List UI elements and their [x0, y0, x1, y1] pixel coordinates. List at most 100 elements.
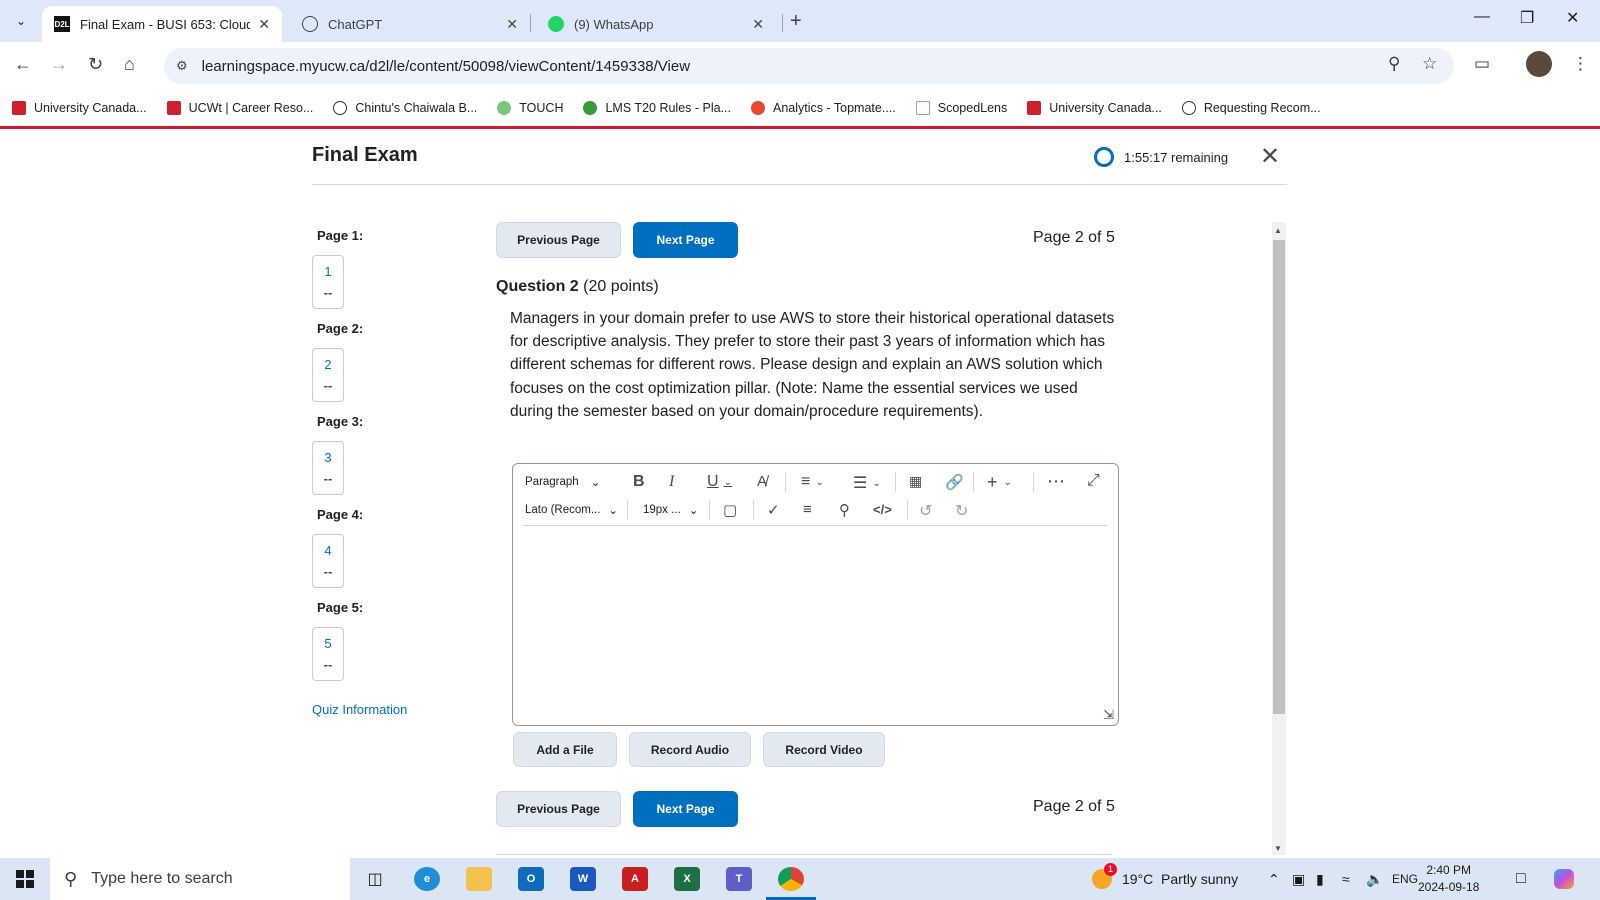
tab-chatgpt[interactable]: ChatGPT ✕ [290, 6, 530, 42]
taskbar-search[interactable]: ⚲ Type here to search [50, 858, 350, 900]
new-tab-icon[interactable]: + [790, 10, 802, 33]
window-close-icon[interactable]: ✕ [1566, 8, 1579, 28]
back-icon[interactable]: ← [14, 54, 32, 75]
extensions-icon[interactable]: ▭ [1474, 54, 1490, 74]
source-code-icon[interactable]: </> [873, 502, 892, 517]
italic-icon[interactable]: I [669, 473, 674, 491]
strikethrough-icon[interactable]: A̸ [757, 473, 767, 490]
question-link-5[interactable]: 5 -- [312, 627, 344, 681]
underline-icon[interactable]: U ⌄ [707, 473, 732, 491]
close-icon[interactable]: ✕ [506, 16, 518, 33]
bookmark-item[interactable]: University Canada... [12, 101, 147, 115]
volume-icon[interactable]: 🔈 [1366, 858, 1383, 900]
format-painter-icon[interactable]: ▢ [723, 501, 737, 519]
home-icon[interactable]: ⌂ [124, 54, 135, 75]
question-navigator: Page 1: 1 -- Page 2: 2 -- Page 3: 3 -- Page… [312, 222, 472, 693]
restore-icon[interactable]: ❐ [1520, 8, 1534, 28]
profile-avatar[interactable] [1526, 51, 1552, 77]
question-link-1[interactable]: 1 -- [312, 255, 344, 309]
question-link-4[interactable]: 4 -- [312, 534, 344, 588]
spellcheck-icon[interactable]: ✓ [767, 501, 780, 519]
font-size-select[interactable]: 19px ... ⌄ [643, 503, 698, 517]
close-icon[interactable]: ✕ [1260, 142, 1280, 171]
battery-icon[interactable]: ▮ [1316, 858, 1324, 900]
link-icon[interactable]: 🔗 [945, 473, 964, 491]
wifi-icon[interactable]: ≈ [1342, 858, 1350, 900]
menu-kebab-icon[interactable]: ⋮ [1572, 54, 1589, 74]
quiz-information-link[interactable]: Quiz Information [312, 702, 407, 717]
url-text[interactable]: learningspace.myucw.ca/d2l/le/content/50… [202, 58, 690, 75]
answer-editor[interactable]: Paragraph ⌄ B I U ⌄ A̸ ≡ ⌄ ☰ ⌄ ▦ 🔗 + ⌄ ⋯ ⤢ L… [512, 463, 1119, 726]
windows-start-icon[interactable] [16, 870, 34, 888]
undo-icon[interactable]: ↺ [919, 501, 932, 521]
editor-content-area[interactable] [523, 532, 1108, 712]
font-family-select[interactable]: Lato (Recom... ⌄ [525, 503, 618, 517]
next-page-button[interactable]: Next Page [633, 791, 738, 827]
more-options-icon[interactable]: ⋯ [1047, 471, 1065, 492]
bookmark-item[interactable]: Analytics - Topmate.... [751, 101, 896, 115]
address-bar[interactable]: ⚙ learningspace.myucw.ca/d2l/le/content/… [164, 48, 1454, 84]
record-video-button[interactable]: Record Video [763, 732, 885, 767]
teams-icon[interactable]: T [726, 867, 752, 891]
insert-stuff-icon[interactable]: ▦ [909, 473, 922, 490]
align-icon[interactable]: ≡ ⌄ [801, 473, 824, 491]
notifications-icon[interactable]: □ [1516, 858, 1526, 900]
reload-icon[interactable]: ↻ [88, 54, 103, 75]
weather-widget[interactable]: 1 19°C Partly sunny [1092, 858, 1238, 900]
scrollbar-thumb[interactable] [1273, 240, 1285, 714]
previous-page-button[interactable]: Previous Page [496, 222, 621, 258]
find-replace-icon[interactable]: ⚲ [839, 501, 850, 519]
minimize-icon[interactable]: — [1474, 8, 1490, 26]
scroll-up-icon[interactable]: ▲ [1274, 226, 1282, 235]
next-page-button[interactable]: Next Page [633, 222, 738, 258]
bookmark-item[interactable]: UCWt | Career Reso... [166, 101, 313, 115]
excel-icon[interactable]: X [674, 867, 700, 891]
task-view-icon[interactable]: ◫ [362, 867, 388, 891]
file-explorer-icon[interactable] [466, 867, 492, 891]
copilot-icon[interactable] [1554, 858, 1574, 900]
tab-whatsapp[interactable]: (9) WhatsApp ✕ [536, 6, 776, 42]
bookmark-item[interactable]: ScopedLens [915, 101, 1007, 115]
edge-icon[interactable]: e [414, 867, 440, 891]
resize-handle-icon[interactable]: ⇲ [1103, 707, 1114, 723]
list-icon[interactable]: ☰ ⌄ [853, 473, 881, 493]
block-format-select[interactable]: Paragraph ⌄ [525, 475, 600, 489]
line-height-icon[interactable]: ≡ [803, 501, 812, 518]
tab-search-chevron-icon[interactable]: ⌄ [8, 8, 34, 34]
clock-time: 2:40 PM [1426, 863, 1472, 877]
previous-page-button[interactable]: Previous Page [496, 791, 621, 827]
outlook-icon[interactable]: O [518, 867, 544, 891]
site-info-icon[interactable]: ⚙ [176, 58, 188, 74]
language-indicator[interactable]: ENG [1392, 858, 1418, 900]
close-icon[interactable]: ✕ [752, 16, 764, 33]
bookmark-item[interactable]: LMS T20 Rules - Pla... [583, 101, 731, 115]
bookmark-star-icon[interactable]: ☆ [1422, 54, 1437, 74]
zoom-icon[interactable]: ⚲ [1388, 54, 1400, 74]
bold-icon[interactable]: B [633, 473, 645, 491]
toolbar-separator [627, 500, 628, 520]
fullscreen-icon[interactable]: ⤢ [1087, 472, 1100, 490]
taskbar-clock[interactable]: 2:40 PM 2024-09-18 [1418, 862, 1479, 896]
bookmark-item[interactable]: University Canada... [1027, 101, 1162, 115]
bookmark-item[interactable]: Requesting Recom... [1181, 101, 1321, 115]
brand-rule [0, 126, 1600, 129]
scroll-down-icon[interactable]: ▼ [1274, 844, 1282, 853]
record-audio-button[interactable]: Record Audio [629, 732, 751, 767]
question-link-3[interactable]: 3 -- [312, 441, 344, 495]
meet-now-icon[interactable]: ▣ [1292, 858, 1305, 900]
add-file-button[interactable]: Add a File [513, 732, 617, 767]
search-placeholder: Type here to search [91, 870, 233, 887]
tab-final-exam[interactable]: D2L Final Exam - BUSI 653: Cloud Cc ✕ [42, 6, 282, 42]
bookmark-item[interactable]: Chintu's Chaiwala B... [333, 101, 477, 115]
acrobat-icon[interactable]: A [622, 867, 648, 891]
chevron-down-icon: ⌄ [688, 505, 699, 517]
redo-icon[interactable]: ↻ [955, 501, 968, 521]
show-hidden-icons[interactable]: ⌃ [1268, 858, 1280, 900]
bookmark-item[interactable]: TOUCH [497, 101, 563, 115]
forward-icon[interactable]: → [50, 54, 68, 75]
chrome-icon[interactable] [778, 867, 804, 891]
close-icon[interactable]: ✕ [258, 16, 270, 33]
question-link-2[interactable]: 2 -- [312, 348, 344, 402]
word-icon[interactable]: W [570, 867, 596, 891]
insert-plus-icon[interactable]: + ⌄ [987, 472, 1012, 493]
